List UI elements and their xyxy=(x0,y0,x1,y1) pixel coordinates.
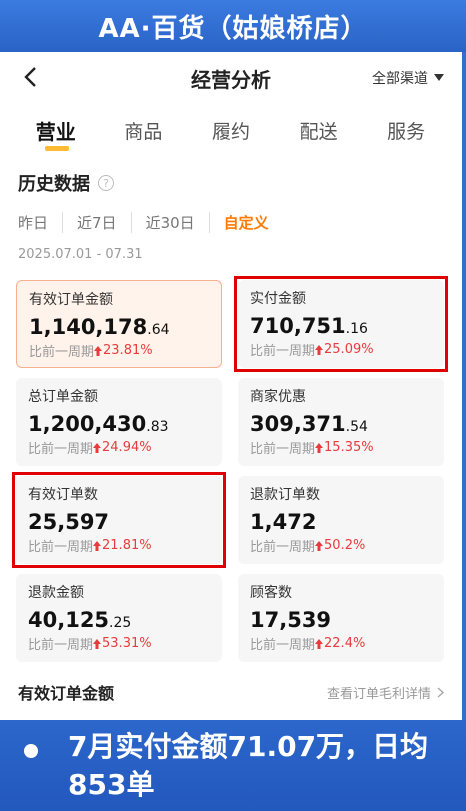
chart-section-header: 有效订单金额 查看订单毛利详情 xyxy=(18,680,444,704)
store-banner: AA·百货（姑娘桥店） xyxy=(0,0,466,52)
arrow-up-icon xyxy=(315,442,324,453)
metric-compare: 比前一周期 24.94% xyxy=(28,440,152,457)
back-button[interactable] xyxy=(18,64,44,90)
metric-compare: 比前一周期 15.35% xyxy=(250,440,374,457)
metric-value: 309,371.54 xyxy=(250,412,368,436)
range-30-days[interactable]: 近30日 xyxy=(130,212,209,233)
metric-card[interactable]: 退款订单数 1,472 比前一周期 50.2% xyxy=(238,476,444,564)
range-selector: 昨日 近7日 近30日 自定义 xyxy=(0,196,462,233)
link-label: 查看订单毛利详情 xyxy=(326,686,431,702)
metric-value: 17,539 xyxy=(250,608,332,632)
metric-label: 顾客数 xyxy=(250,585,292,601)
metric-value: 40,125.25 xyxy=(28,608,132,632)
active-tab-indicator xyxy=(44,145,69,151)
main-tabs: 营业 商品 履约 配送 服务 xyxy=(0,104,462,156)
highlight-box-paid-amount xyxy=(234,276,448,372)
tab-label: 商品 xyxy=(124,120,163,143)
metric-compare: 比前一周期 23.81% xyxy=(29,343,153,360)
date-range: 2025.07.01 - 07.31 xyxy=(18,247,143,262)
profit-detail-link[interactable]: 查看订单毛利详情 xyxy=(327,683,444,702)
metric-card[interactable]: 商家优惠 309,371.54 比前一周期 15.35% xyxy=(238,378,444,466)
metric-compare: 比前一周期 50.2% xyxy=(250,538,366,555)
metric-label: 有效订单金额 xyxy=(29,292,113,308)
tab-label: 服务 xyxy=(387,120,426,143)
section-title: 有效订单金额 xyxy=(18,684,115,703)
metric-label: 商家优惠 xyxy=(250,389,306,405)
range-7-days[interactable]: 近7日 xyxy=(62,212,131,233)
metric-card[interactable]: 总订单金额 1,200,430.83 比前一周期 24.94% xyxy=(16,378,222,466)
highlight-box-valid-orders xyxy=(12,472,226,568)
arrow-up-icon xyxy=(94,345,103,356)
tab-delivery[interactable]: 配送 xyxy=(284,117,354,144)
range-custom[interactable]: 自定义 xyxy=(208,212,283,233)
help-icon[interactable]: ? xyxy=(98,175,114,191)
caret-down-icon xyxy=(434,74,444,81)
channel-select[interactable]: 全部渠道 xyxy=(372,68,444,88)
channel-label: 全部渠道 xyxy=(372,71,428,87)
metric-value: 1,200,430.83 xyxy=(28,412,169,436)
metric-label: 退款金额 xyxy=(28,585,84,601)
metric-label: 退款订单数 xyxy=(250,487,320,503)
metric-card[interactable]: 退款金额 40,125.25 比前一周期 53.31% xyxy=(16,574,222,662)
history-title: 历史数据 xyxy=(18,174,90,195)
arrow-up-icon xyxy=(315,638,324,649)
arrow-up-icon xyxy=(93,442,102,453)
range-yesterday[interactable]: 昨日 xyxy=(18,212,62,233)
chevron-right-icon xyxy=(437,686,444,698)
page-title: 经营分析 xyxy=(191,67,271,92)
tab-fulfillment[interactable]: 履约 xyxy=(196,117,266,144)
tab-label: 营业 xyxy=(35,119,76,144)
metric-card[interactable]: 有效订单金额 1,140,178.64 比前一周期 23.81% xyxy=(16,280,222,368)
summary-caption: 7月实付金额71.07万，日均853单 xyxy=(0,720,466,811)
metric-card[interactable]: 顾客数 17,539 比前一周期 22.4% xyxy=(238,574,444,662)
tab-service[interactable]: 服务 xyxy=(371,117,441,144)
nav-bar: 经营分析 全部渠道 xyxy=(0,52,462,104)
chevron-left-icon xyxy=(24,67,36,87)
metric-value: 1,140,178.64 xyxy=(29,315,170,339)
bullet-icon xyxy=(24,744,38,758)
store-title: AA·百货（姑娘桥店） xyxy=(98,13,368,44)
arrow-up-icon xyxy=(93,638,102,649)
tab-label: 配送 xyxy=(299,120,338,143)
summary-text: 7月实付金额71.07万，日均853单 xyxy=(68,730,429,801)
tab-business[interactable]: 营业 xyxy=(21,116,91,151)
history-header: 历史数据 ? xyxy=(0,156,462,196)
metric-compare: 比前一周期 22.4% xyxy=(250,636,366,653)
arrow-up-icon xyxy=(315,540,324,551)
app-screen: 经营分析 全部渠道 营业 商品 履约 配送 服务 历史数据 ? 昨日 近7日 近… xyxy=(0,52,462,720)
tab-label: 履约 xyxy=(211,120,250,143)
tab-products[interactable]: 商品 xyxy=(108,117,178,144)
metric-value: 1,472 xyxy=(250,510,317,534)
metric-label: 总订单金额 xyxy=(28,389,98,405)
metric-compare: 比前一周期 53.31% xyxy=(28,636,152,653)
